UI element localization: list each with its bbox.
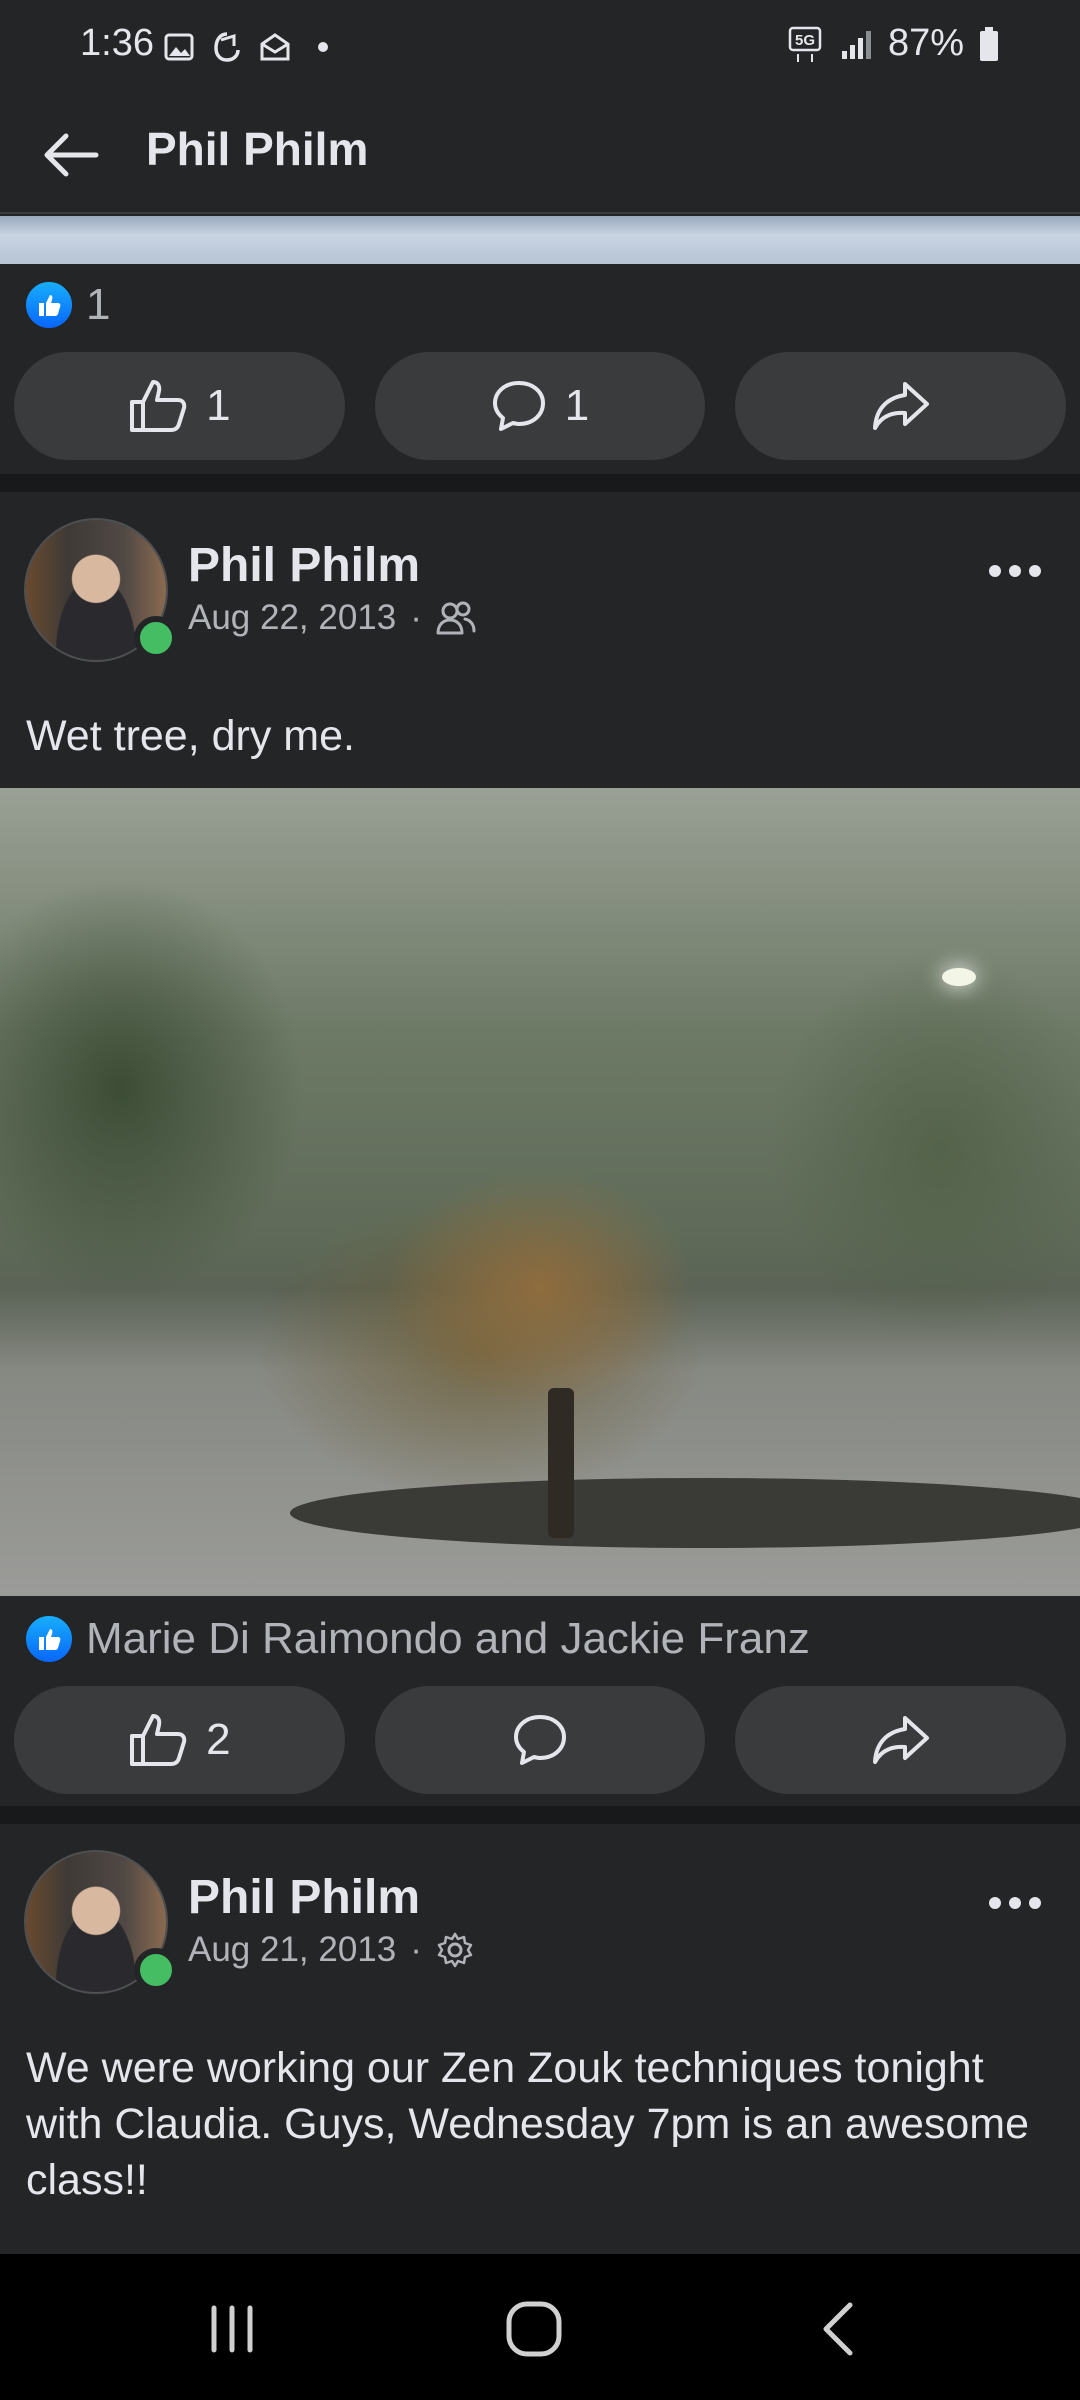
comment-icon <box>514 1715 566 1765</box>
meta-separator: · <box>410 1930 422 1969</box>
comment-icon <box>492 381 545 431</box>
status-right: 5G 87% <box>786 22 1000 65</box>
more-dot <box>989 565 1001 577</box>
recent-apps-button[interactable] <box>192 2294 272 2364</box>
signal-icon <box>841 30 871 59</box>
notification-icons <box>162 30 340 64</box>
post-author[interactable]: Phil Philm <box>188 1870 420 1925</box>
previous-post-actions: 1 1 <box>14 352 1067 460</box>
share-icon <box>872 382 929 430</box>
nyt-notification-icon <box>210 30 244 64</box>
back-button[interactable] <box>36 120 106 190</box>
svg-text:5G: 5G <box>795 32 815 49</box>
arrow-left-icon <box>44 133 99 177</box>
like-reaction-icon <box>24 1614 74 1664</box>
home-icon <box>506 2301 562 2357</box>
post-photo-wet-tree[interactable] <box>0 788 1080 1596</box>
post-text: We were working our Zen Zouk techniques … <box>26 2044 1030 2204</box>
comment-button[interactable] <box>374 1686 706 1794</box>
thumbs-up-icon <box>130 1714 187 1766</box>
online-status-indicator <box>134 1948 178 1992</box>
5g-network-icon: 5G <box>788 26 822 62</box>
more-notifications-dot-icon <box>306 30 340 64</box>
like-button[interactable]: 1 <box>14 352 345 460</box>
post-options-button[interactable] <box>980 1878 1050 1928</box>
home-button[interactable] <box>494 2294 574 2364</box>
post-actions: 2 <box>14 1686 1067 1794</box>
reaction-names: Marie Di Raimondo and Jackie Franz <box>86 1614 810 1663</box>
friends-icon <box>436 601 476 635</box>
post-header: Phil Philm Aug 22, 2013 · <box>0 518 1080 668</box>
more-dot <box>1009 565 1021 577</box>
post-options-button[interactable] <box>980 546 1050 596</box>
battery-percent: 87% <box>887 22 964 64</box>
chevron-left-icon <box>823 2302 853 2356</box>
like-count: 1 <box>206 381 231 430</box>
share-button[interactable] <box>735 1686 1067 1794</box>
post-date[interactable]: Aug 22, 2013 <box>188 598 396 638</box>
online-status-indicator <box>134 616 178 660</box>
mail-notification-icon <box>258 30 292 64</box>
app-header: Phil Philm <box>0 96 1080 214</box>
gear-icon <box>437 1932 473 1968</box>
post-text: Wet tree, dry me. <box>26 712 355 760</box>
status-time: 1:36 <box>80 22 154 64</box>
photo-street-lamp <box>942 968 976 986</box>
like-reaction-icon <box>24 280 74 330</box>
post-meta: Aug 21, 2013 · <box>188 1930 474 1970</box>
meta-separator: · <box>410 598 422 637</box>
photo-tree-mound <box>290 1478 1080 1548</box>
more-dot <box>1029 565 1041 577</box>
post-date[interactable]: Aug 21, 2013 <box>188 1930 396 1970</box>
system-back-button[interactable] <box>798 2294 878 2364</box>
share-icon <box>872 1716 929 1764</box>
more-dot <box>1029 1897 1041 1909</box>
like-count: 2 <box>206 1715 231 1764</box>
system-navigation-bar <box>0 2254 1080 2400</box>
gallery-notification-icon <box>162 30 196 64</box>
comment-button[interactable]: 1 <box>374 352 706 460</box>
previous-post-image[interactable] <box>0 216 1080 264</box>
page-title: Phil Philm <box>146 123 369 175</box>
share-button[interactable] <box>735 352 1067 460</box>
post-meta: Aug 22, 2013 · <box>188 598 476 638</box>
like-button[interactable]: 2 <box>14 1686 345 1794</box>
post-header: Phil Philm Aug 21, 2013 · <box>0 1850 1080 2000</box>
post-divider <box>0 1806 1080 1824</box>
post-author[interactable]: Phil Philm <box>188 538 420 593</box>
recent-apps-icon <box>211 2305 253 2353</box>
comment-count: 1 <box>564 381 590 430</box>
reaction-count: 1 <box>86 280 111 329</box>
photo-tree-trunk <box>548 1388 574 1538</box>
more-dot <box>1009 1897 1021 1909</box>
more-dot <box>989 1897 1001 1909</box>
status-bar: 1:36 5G 87% <box>0 0 1080 96</box>
battery-icon <box>980 26 998 61</box>
thumbs-up-icon <box>130 380 187 432</box>
previous-post-reactions[interactable]: 1 <box>0 272 1080 338</box>
post-divider <box>0 474 1080 492</box>
post-reactions[interactable]: Marie Di Raimondo and Jackie Franz <box>0 1606 1080 1672</box>
